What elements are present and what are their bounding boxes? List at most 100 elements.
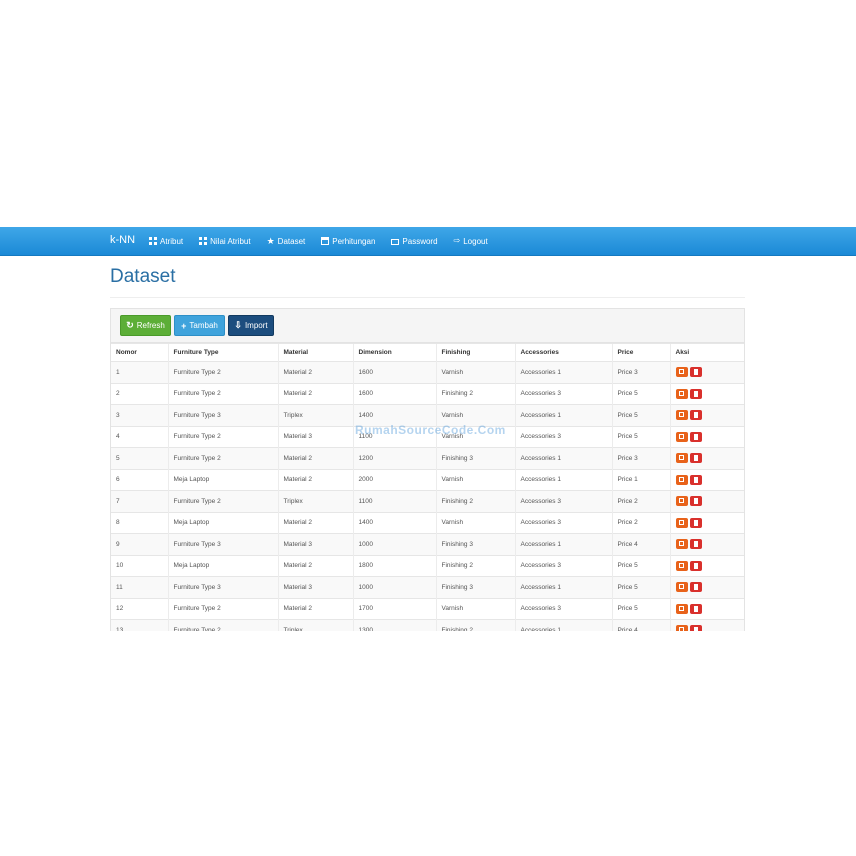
add-button[interactable]: + Tambah	[174, 315, 225, 336]
navbar: k-NN Atribut Nilai Atribut ★ Dataset Per…	[0, 227, 856, 256]
nav-item-password[interactable]: Password	[391, 236, 438, 246]
table-cell: Accessories 3	[514, 425, 612, 448]
table-cell: Price 4	[611, 619, 670, 631]
trash-icon[interactable]	[689, 625, 702, 631]
trash-icon[interactable]	[689, 431, 702, 442]
trash-icon[interactable]	[689, 539, 702, 550]
edit-icon[interactable]	[675, 539, 688, 550]
plus-icon: +	[181, 320, 187, 331]
column-header: Dimension	[352, 343, 436, 362]
table-cell: Material 2	[277, 447, 353, 469]
edit-icon[interactable]	[675, 560, 688, 571]
table-cell: 2	[111, 382, 168, 405]
table-cell: Price 1	[611, 468, 670, 491]
action-cell	[669, 468, 744, 491]
table-cell: Accessories 1	[514, 533, 612, 555]
edit-icon[interactable]	[675, 410, 688, 421]
refresh-button[interactable]: ↻ Refresh	[120, 315, 171, 336]
table-cell: 4	[111, 425, 168, 448]
navbar-brand[interactable]: k-NN	[110, 234, 135, 246]
edit-icon[interactable]	[675, 582, 688, 593]
edit-icon[interactable]	[675, 625, 688, 631]
table-cell: Finishing 2	[435, 554, 515, 577]
column-header: Price	[611, 343, 670, 362]
action-cell	[669, 511, 744, 534]
trash-icon[interactable]	[689, 496, 702, 507]
edit-icon[interactable]	[675, 496, 688, 507]
edit-icon[interactable]	[675, 474, 688, 485]
watermark: RumahSourceCode.Com	[355, 423, 506, 437]
nav-item-nilai-atribut[interactable]: Nilai Atribut	[199, 236, 251, 246]
table-cell: 6	[111, 468, 168, 491]
table-cell: Accessories 3	[514, 511, 612, 534]
table-cell: 1000	[352, 576, 436, 598]
column-header: Aksi	[669, 343, 744, 362]
action-cell	[669, 597, 744, 620]
trash-icon[interactable]	[689, 517, 702, 528]
nav-item-perhitungan[interactable]: Perhitungan	[321, 237, 375, 246]
app-window: k-NN Atribut Nilai Atribut ★ Dataset Per…	[0, 227, 856, 631]
table-row: 13 Furniture Type 2 Triplex 1300 Finishing 2…	[111, 619, 744, 631]
add-button-label: Tambah	[189, 321, 218, 330]
table-row: 6 Meja Laptop Material 2 2000 Varnish Accesso…	[111, 468, 744, 491]
table-cell: Price 2	[611, 490, 670, 512]
table-cell: Accessories 3	[514, 554, 612, 577]
nav-item-atribut[interactable]: Atribut	[149, 237, 183, 246]
table-cell: Furniture Type 2	[167, 447, 278, 469]
trash-icon[interactable]	[689, 367, 702, 378]
table-cell: 1600	[352, 361, 436, 383]
nav-item-dataset[interactable]: ★ Dataset	[267, 237, 306, 246]
table-cell: Furniture Type 3	[167, 533, 278, 555]
table-cell: Furniture Type 3	[167, 404, 278, 426]
table-cell: Accessories 3	[514, 382, 612, 405]
table-row: 1 Furniture Type 2 Material 2 1600 Varnish Ac…	[111, 361, 744, 383]
action-cell	[669, 619, 744, 631]
edit-icon[interactable]	[675, 431, 688, 442]
table-row: 11 Furniture Type 3 Material 3 1000 Finishin…	[111, 576, 744, 598]
edit-icon[interactable]	[675, 367, 688, 378]
edit-icon[interactable]	[675, 453, 688, 464]
nav-item-label: Atribut	[160, 236, 184, 246]
edit-icon[interactable]	[675, 603, 688, 614]
table-cell: Furniture Type 2	[167, 490, 278, 512]
grid-icon	[199, 237, 208, 245]
table-row: 8 Meja Laptop Material 2 1400 Varnish Accesso…	[111, 511, 744, 534]
action-cell	[669, 490, 744, 512]
refresh-icon: ↻	[126, 320, 134, 330]
column-header: Furniture Type	[167, 343, 278, 362]
table-cell: Accessories 1	[514, 404, 612, 426]
table-cell: 8	[111, 511, 168, 534]
nav-item-label: Logout	[463, 236, 488, 246]
table-cell: Material 3	[277, 425, 353, 448]
trash-icon[interactable]	[689, 474, 702, 485]
table-cell: Furniture Type 2	[167, 597, 278, 620]
table-cell: Finishing 3	[435, 447, 515, 469]
toolbar: ↻ Refresh + Tambah ⇩ Import	[111, 309, 744, 343]
trash-icon[interactable]	[689, 410, 702, 421]
trash-icon[interactable]	[689, 582, 702, 593]
nav-item-label: Password	[402, 236, 438, 246]
action-cell	[669, 425, 744, 448]
table-cell: Price 2	[611, 511, 670, 534]
edit-icon[interactable]	[675, 388, 688, 399]
table-cell: Material 2	[277, 382, 353, 405]
trash-icon[interactable]	[689, 453, 702, 464]
table-cell: 12	[111, 597, 168, 620]
page-title: Dataset	[110, 266, 176, 287]
trash-icon[interactable]	[689, 560, 702, 571]
edit-icon[interactable]	[675, 517, 688, 528]
lock-icon	[391, 239, 400, 245]
table-cell: 7	[111, 490, 168, 512]
trash-icon[interactable]	[689, 388, 702, 399]
nav-menu: Atribut Nilai Atribut ★ Dataset Perhitun…	[149, 227, 504, 255]
import-button[interactable]: ⇩ Import	[228, 315, 274, 336]
nav-item-logout[interactable]: ⇨ Logout	[454, 237, 488, 246]
trash-icon[interactable]	[689, 603, 702, 614]
table-cell: Triplex	[277, 619, 353, 631]
table-row: 2 Furniture Type 2 Material 2 1600 Finishing…	[111, 382, 744, 405]
table-cell: Meja Laptop	[167, 554, 278, 577]
table-cell: Price 5	[611, 382, 670, 405]
table-cell: 1	[111, 361, 168, 383]
table-cell: Accessories 1	[514, 619, 612, 631]
nav-item-label: Nilai Atribut	[210, 236, 251, 246]
